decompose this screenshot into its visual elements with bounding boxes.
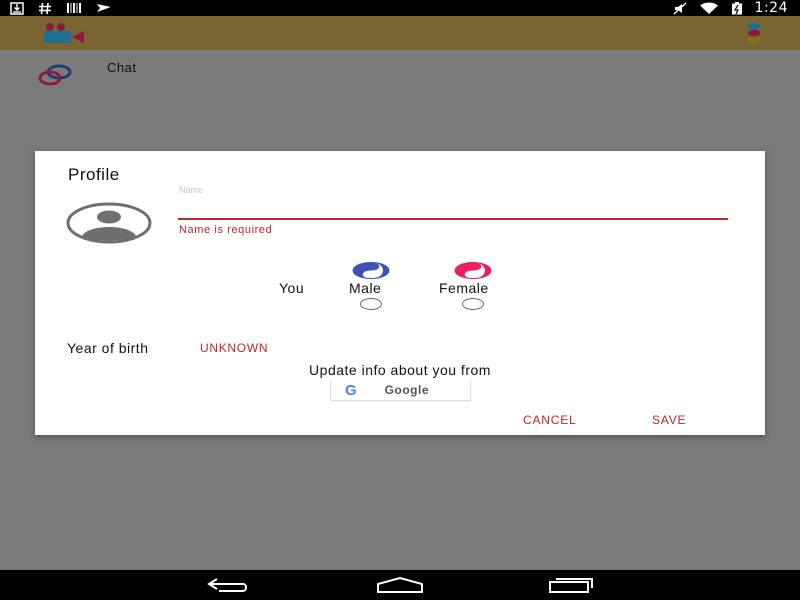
recents-icon[interactable] [548, 576, 596, 594]
status-bar-left [10, 0, 112, 16]
name-input[interactable] [178, 199, 728, 217]
google-logo-icon: G [345, 382, 357, 399]
download-icon [10, 1, 24, 15]
male-radio[interactable] [360, 298, 382, 310]
colored-dots-menu-icon[interactable] [747, 22, 761, 44]
year-of-birth-label: Year of birth [67, 340, 149, 356]
hash-icon [39, 2, 51, 14]
you-label: You [279, 280, 305, 296]
status-clock: 1:24 [754, 0, 788, 16]
home-icon[interactable] [375, 576, 425, 594]
google-button-label: Google [384, 383, 430, 397]
battery-icon [731, 1, 742, 14]
cancel-button[interactable]: CANCEL [523, 413, 576, 427]
wifi-icon [699, 2, 718, 14]
google-logo-letter: G [345, 381, 357, 399]
status-bar-right: 1:24 [673, 0, 788, 16]
update-info-label: Update info about you from [309, 362, 491, 378]
yin-yang-pink-icon [454, 262, 492, 279]
chat-list-item[interactable] [30, 64, 90, 100]
profile-dialog: Profile Name Name is required You Male F… [35, 151, 765, 435]
dialog-title: Profile [68, 165, 120, 184]
barcode-icon [67, 3, 81, 13]
year-of-birth-picker[interactable]: UNKNOWN [200, 341, 268, 355]
chat-label[interactable]: Chat [107, 60, 136, 75]
navigation-bar [0, 570, 800, 600]
avatar-icon[interactable] [66, 202, 152, 244]
video-chat-logo-icon[interactable] [42, 22, 86, 44]
female-radio[interactable] [462, 298, 484, 310]
plane-icon [97, 4, 111, 12]
back-icon[interactable] [205, 577, 251, 593]
female-label: Female [439, 280, 489, 296]
save-button[interactable]: SAVE [652, 413, 686, 427]
name-error-text: Name is required [179, 224, 273, 236]
name-placeholder: Name [179, 185, 204, 195]
name-input-underline [178, 218, 728, 220]
chat-bubbles-icon [38, 64, 72, 86]
mute-icon [673, 1, 687, 15]
google-signin-button[interactable]: G Google [330, 380, 471, 400]
male-label: Male [349, 280, 382, 296]
yin-yang-blue-icon [352, 262, 390, 279]
app-bar [0, 16, 800, 50]
status-bar: 1:24 [0, 0, 800, 16]
